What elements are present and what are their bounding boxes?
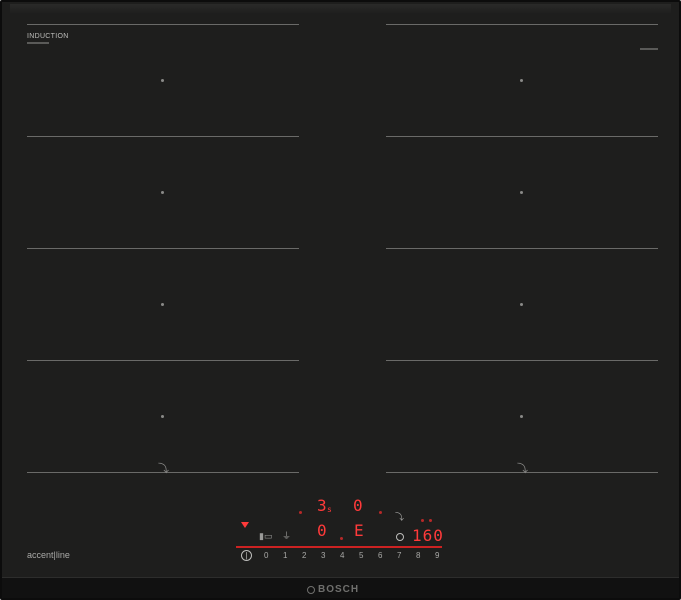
zone-level-sub: s	[327, 505, 332, 514]
zone-center-dot	[520, 79, 523, 82]
left-zone-divider	[27, 136, 299, 137]
bosch-logo-icon	[307, 586, 315, 594]
zone-center-dot	[161, 191, 164, 194]
pan-icon[interactable]: ▮▭	[259, 531, 272, 542]
scale-value[interactable]: 5	[359, 551, 363, 560]
left-zone-divider	[27, 248, 299, 249]
down-arrow-icon[interactable]	[241, 522, 249, 528]
zone-indicator-dot	[340, 537, 343, 540]
scale-value[interactable]: 7	[397, 551, 401, 560]
right-zone-divider	[386, 136, 658, 137]
left-zone-divider	[27, 360, 299, 361]
induction-label: INDUCTION	[27, 33, 69, 40]
scale-value[interactable]: 9	[435, 551, 439, 560]
power-icon[interactable]: |	[241, 550, 252, 561]
timer-icon[interactable]	[396, 533, 404, 541]
error-e-display: E	[354, 521, 365, 540]
zone-center-dot	[520, 415, 523, 418]
scale-value[interactable]: 3	[321, 551, 325, 560]
flex-zone-icon[interactable]: ⤵	[395, 510, 404, 523]
zone-center-dot	[161, 303, 164, 306]
scale-value[interactable]: 1	[283, 551, 287, 560]
accent-line-label: accent|line	[27, 550, 70, 560]
zone-indicator-dot	[379, 511, 382, 514]
induction-hob-panel: INDUCTION ⤵ ⤵ 3 s 0 0 E 160 ▮▭ ⏚ ⤵ | 0 1…	[0, 0, 681, 600]
right-zone-divider	[386, 24, 658, 25]
scale-value[interactable]: 0	[264, 551, 268, 560]
flex-zone-icon: ⤵	[517, 463, 528, 475]
flex-zone-icon: ⤵	[158, 463, 169, 475]
induction-sublabel-mark	[27, 42, 49, 44]
timer-display: 160	[412, 526, 444, 545]
scale-value[interactable]: 2	[302, 551, 306, 560]
hob-frame-top	[10, 4, 671, 14]
zone-center-dot	[161, 415, 164, 418]
right-zone-divider	[386, 248, 658, 249]
right-zone-divider	[386, 360, 658, 361]
zone-indicator-dot	[429, 519, 432, 522]
zone-center-dot	[161, 79, 164, 82]
zone-center-dot	[520, 303, 523, 306]
zone-indicator-dot	[421, 519, 424, 522]
scale-value[interactable]: 8	[416, 551, 420, 560]
power-slider-track[interactable]	[236, 546, 442, 548]
zone-right-display: 0	[353, 496, 364, 515]
left-zone-divider	[27, 24, 299, 25]
scale-value[interactable]: 6	[378, 551, 382, 560]
zone-level-display-2: 0	[317, 521, 328, 540]
zone-center-dot	[520, 191, 523, 194]
fry-icon[interactable]: ⏚	[282, 529, 291, 542]
right-zone-mark	[640, 48, 658, 50]
zone-indicator-dot	[299, 511, 302, 514]
power-scale[interactable]: 0 1 2 3 4 5 6 7 8 9	[264, 551, 444, 563]
bosch-brand-label: BOSCH	[318, 584, 360, 595]
scale-value[interactable]: 4	[340, 551, 344, 560]
